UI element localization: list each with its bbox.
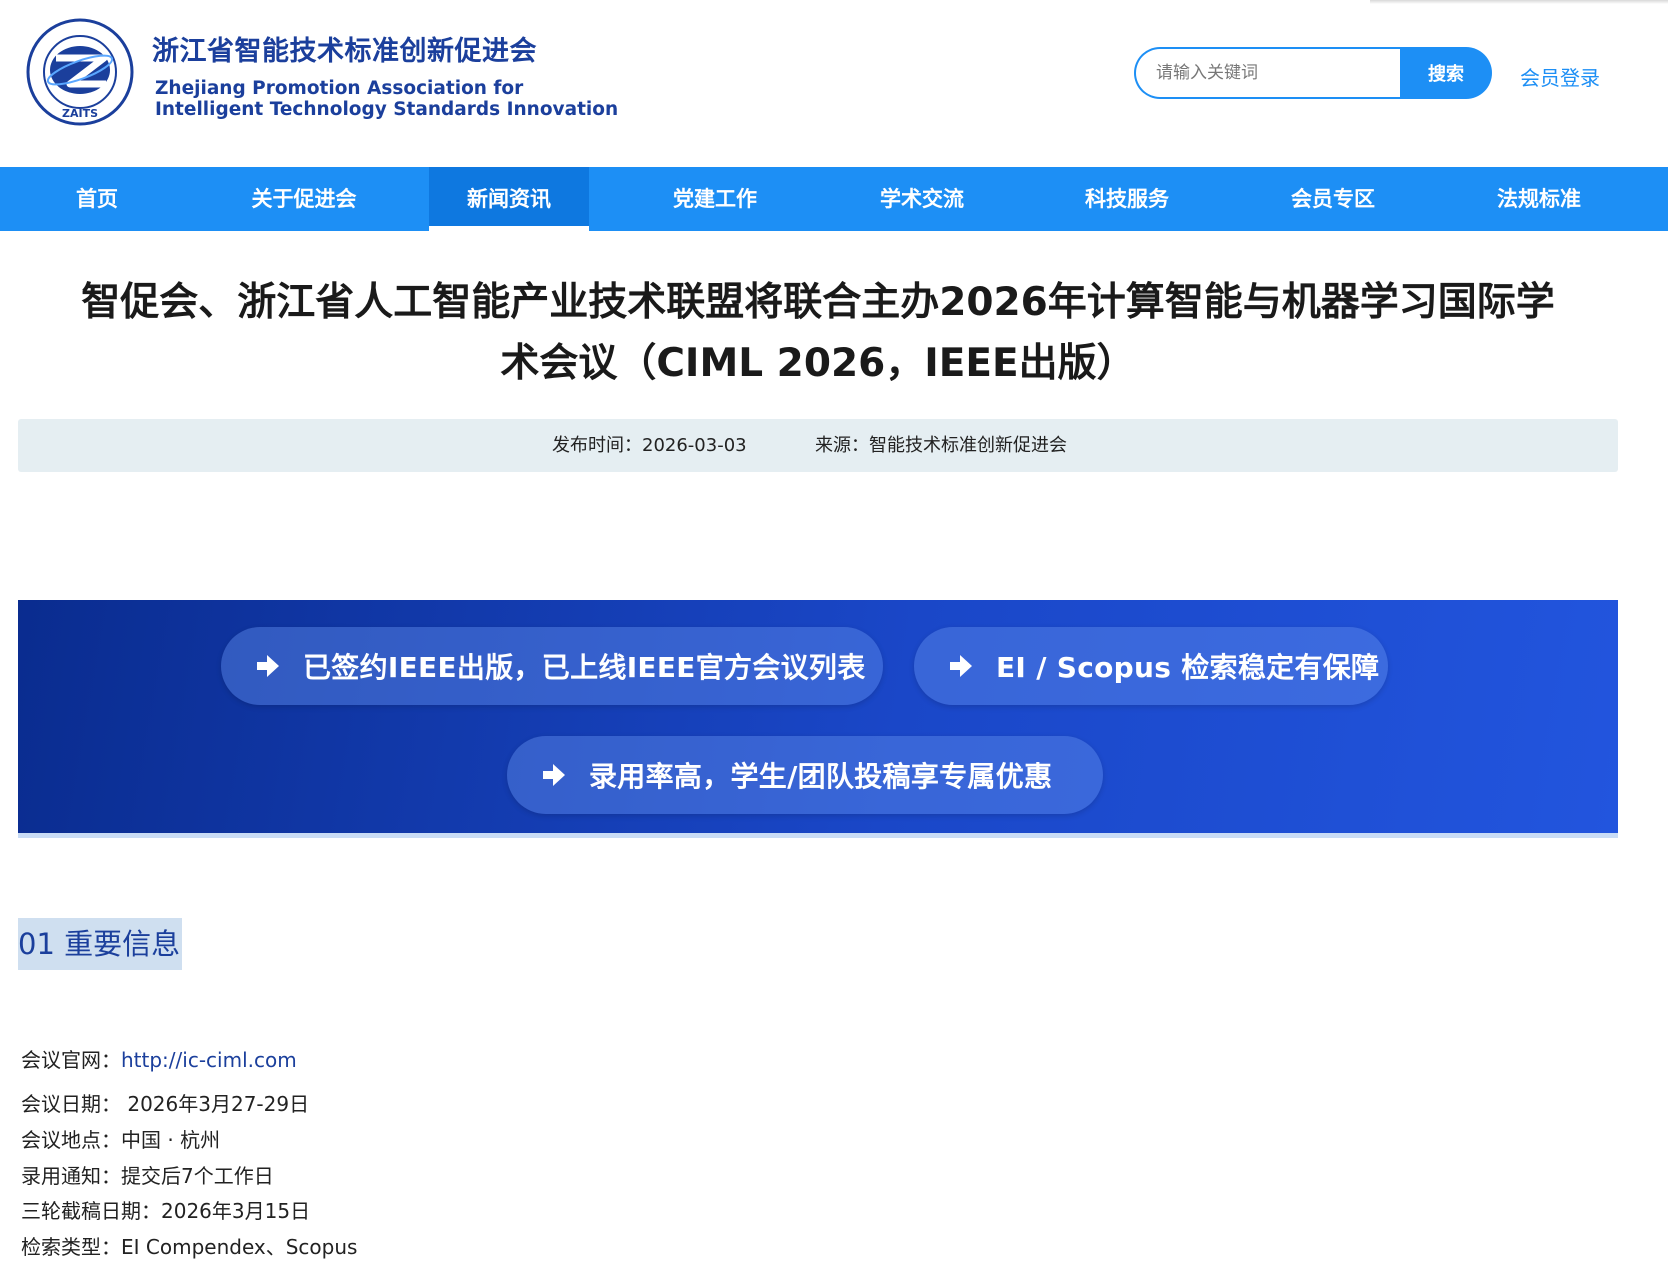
source-value: 智能技术标准创新促进会 xyxy=(869,435,1067,456)
banner-pill-text: 录用率高，学生/团队投稿享专属优惠 xyxy=(589,760,1053,793)
brand-name-en: Zhejiang Promotion Association for Intel… xyxy=(155,78,618,120)
nav-item-home[interactable]: 首页 xyxy=(0,167,194,231)
search-input[interactable] xyxy=(1134,47,1422,99)
source-label: 来源： xyxy=(815,435,869,456)
info-deadline: 三轮截稿日期：2026年3月15日 xyxy=(21,1195,310,1224)
publish-date: 2026-03-03 xyxy=(642,435,747,456)
info-index-value: EI Compendex、Scopus xyxy=(121,1235,358,1259)
main-nav: 首页 关于促进会 新闻资讯 党建工作 学术交流 科技服务 会员专区 法规标准 xyxy=(0,167,1668,231)
info-location: 会议地点：中国 · 杭州 xyxy=(21,1124,220,1153)
banner-pill-ei-scopus: EI / Scopus 检索稳定有保障 xyxy=(914,627,1388,705)
info-date: 会议日期： 2026年3月27-29日 xyxy=(21,1088,309,1117)
brand-en-line2: Intelligent Technology Standards Innovat… xyxy=(155,99,619,120)
search-box: 搜索 xyxy=(1134,47,1492,99)
section-heading-important-info: 01 重要信息 xyxy=(18,918,183,970)
nav-item-members[interactable]: 会员专区 xyxy=(1233,167,1433,231)
info-notice: 录用通知：提交后7个工作日 xyxy=(21,1160,274,1189)
banner-pill-text: 已签约IEEE出版，已上线IEEE官方会议列表 xyxy=(303,651,866,684)
zaits-logo-icon[interactable]: ZAITS xyxy=(26,18,134,126)
nav-item-news[interactable]: 新闻资讯 xyxy=(429,167,589,231)
banner-pill-ieee: 已签约IEEE出版，已上线IEEE官方会议列表 xyxy=(221,627,883,705)
logo-text: ZAITS xyxy=(62,107,98,120)
banner-pill-acceptance: 录用率高，学生/团队投稿享专属优惠 xyxy=(507,736,1103,814)
info-date-label: 会议日期： xyxy=(21,1092,121,1116)
arrow-right-icon xyxy=(543,764,565,786)
info-website-label: 会议官网： xyxy=(21,1048,121,1072)
info-location-label: 会议地点： xyxy=(21,1128,121,1152)
info-deadline-value: 2026年3月15日 xyxy=(161,1199,311,1223)
nav-item-academic[interactable]: 学术交流 xyxy=(822,167,1022,231)
info-location-value: 中国 · 杭州 xyxy=(121,1128,221,1152)
article-source: 来源：智能技术标准创新促进会 xyxy=(815,419,1067,472)
overlay-shadow xyxy=(1370,0,1668,4)
arrow-right-icon xyxy=(950,655,972,677)
nav-item-tech-service[interactable]: 科技服务 xyxy=(1027,167,1227,231)
info-website: 会议官网：http://ic-ciml.com xyxy=(21,1044,297,1073)
info-notice-value: 提交后7个工作日 xyxy=(121,1164,274,1188)
info-index: 检索类型：EI Compendex、Scopus xyxy=(21,1231,357,1260)
article-title-line2: 术会议（CIML 2026，IEEE出版） xyxy=(500,341,1136,386)
site-header: ZAITS 浙江省智能技术标准创新促进会 Zhejiang Promotion … xyxy=(0,0,1668,167)
info-date-value: 2026年3月27-29日 xyxy=(121,1092,310,1116)
arrow-right-icon xyxy=(257,655,279,677)
promo-banner: 已签约IEEE出版，已上线IEEE官方会议列表 EI / Scopus 检索稳定… xyxy=(18,600,1618,838)
brand-name-cn[interactable]: 浙江省智能技术标准创新促进会 xyxy=(152,29,537,68)
brand-en-line1: Zhejiang Promotion Association for xyxy=(155,78,524,99)
nav-item-about[interactable]: 关于促进会 xyxy=(204,167,404,231)
info-deadline-label: 三轮截稿日期： xyxy=(21,1199,161,1223)
nav-item-regulations[interactable]: 法规标准 xyxy=(1439,167,1639,231)
info-notice-label: 录用通知： xyxy=(21,1164,121,1188)
conference-website-link[interactable]: http://ic-ciml.com xyxy=(121,1048,297,1072)
nav-item-party[interactable]: 党建工作 xyxy=(615,167,815,231)
article-title-line1: 智促会、浙江省人工智能产业技术联盟将联合主办2026年计算智能与机器学习国际学 xyxy=(81,280,1555,325)
article-title: 智促会、浙江省人工智能产业技术联盟将联合主办2026年计算智能与机器学习国际学 … xyxy=(18,272,1618,394)
banner-pill-text: EI / Scopus 检索稳定有保障 xyxy=(996,651,1380,684)
publish-time: 发布时间：2026-03-03 xyxy=(552,419,747,472)
search-button[interactable]: 搜索 xyxy=(1400,47,1492,99)
publish-label: 发布时间： xyxy=(552,435,642,456)
member-login-link[interactable]: 会员登录 xyxy=(1520,62,1600,91)
info-index-label: 检索类型： xyxy=(21,1235,121,1259)
article-meta-bar: 发布时间：2026-03-03 来源：智能技术标准创新促进会 xyxy=(18,419,1618,472)
